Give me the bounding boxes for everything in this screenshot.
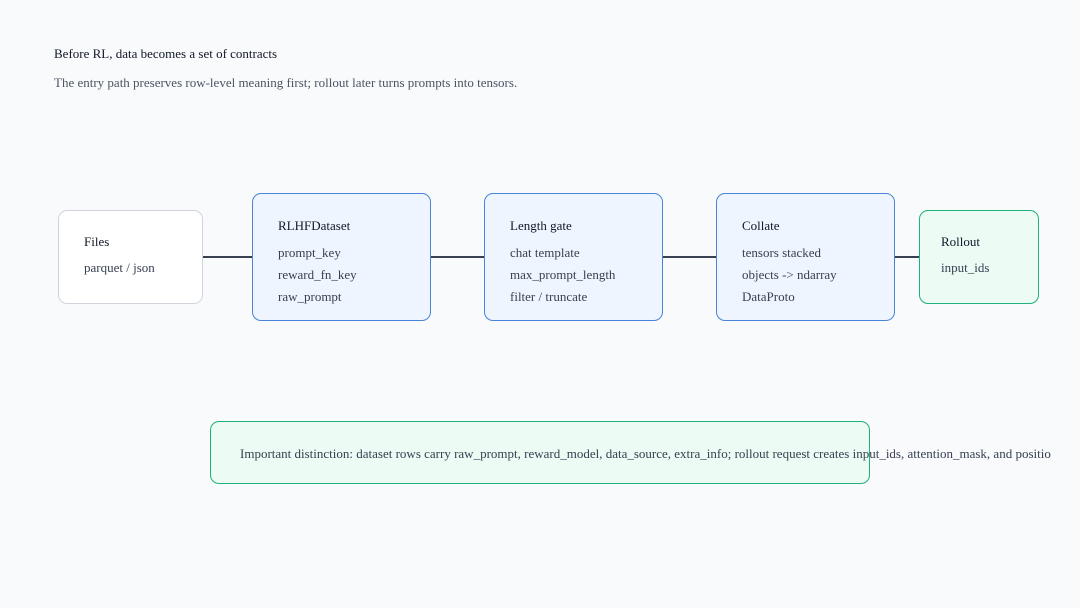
node-length-gate-line: chat template [510,245,580,260]
node-rlhf-dataset-line: prompt_key [278,245,341,260]
connector-length-gate-to-collate [663,256,716,258]
node-rlhf-dataset-line: raw_prompt [278,289,342,304]
node-collate-title: Collate [742,218,780,233]
node-files-line: parquet / json [84,260,155,275]
node-collate-line: DataProto [742,289,795,304]
node-length-gate-line: filter / truncate [510,289,588,304]
diagram-subtitle: The entry path preserves row-level meani… [54,75,518,90]
node-rollout-title: Rollout [941,234,981,249]
connector-rlhf-dataset-to-length-gate [431,256,484,258]
node-files [58,210,203,304]
node-collate-line: objects -> ndarray [742,267,837,282]
node-files-title: Files [84,234,110,249]
connector-files-to-rlhf-dataset [203,256,252,258]
node-rlhf-dataset-title: RLHFDataset [278,218,351,233]
diagram-title: Before RL, data becomes a set of contrac… [54,46,278,61]
node-length-gate-title: Length gate [510,218,572,233]
node-rollout [919,210,1039,304]
node-collate-line: tensors stacked [742,245,822,260]
node-rlhf-dataset-line: reward_fn_key [278,267,357,282]
connector-collate-to-rollout [895,256,919,258]
node-length-gate-line: max_prompt_length [510,267,616,282]
node-rollout-line: input_ids [941,260,990,275]
distinction-note-text: Important distinction: dataset rows carr… [240,446,1051,461]
